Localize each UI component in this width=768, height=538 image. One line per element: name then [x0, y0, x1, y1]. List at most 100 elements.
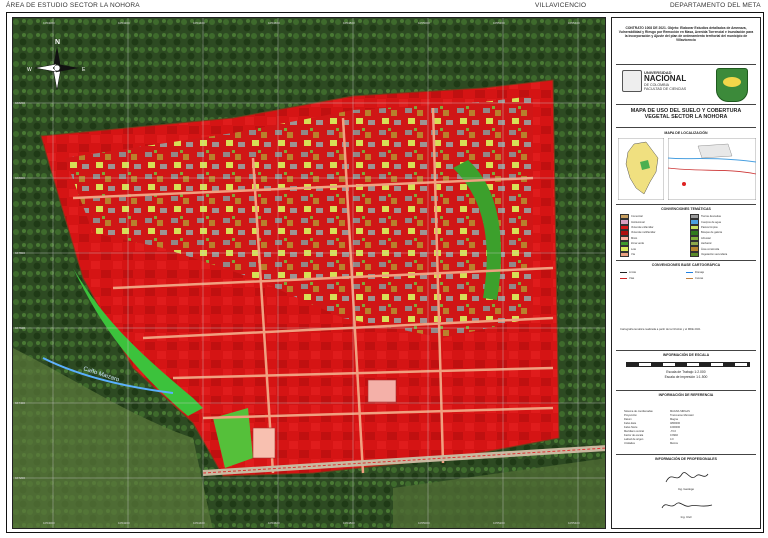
professionals-title: INFORMACIÓN DE PROFESIONALES [655, 457, 717, 461]
base-legend-item: Vías [620, 275, 686, 280]
location-title: MAPA DE LOCALIZACIÓN [664, 131, 708, 135]
map-frame[interactable]: Caño Maizaro N W E 1054000 1054000 1054200… [12, 17, 606, 529]
grid-label-bottom: 1055400 [568, 521, 580, 525]
legend-label: Comercial [631, 215, 643, 219]
panel-divider [616, 204, 756, 205]
base-legend-symbol [620, 277, 627, 279]
reference-key: Unidades [624, 442, 635, 445]
base-legend-item: Curvas [686, 275, 752, 280]
grid-label-bottom: 1054400 [193, 521, 205, 525]
base-legend-symbol [686, 277, 693, 279]
base-legend-symbol [686, 272, 693, 274]
legend-label: Bosque de galería [701, 231, 723, 235]
grid-label-bottom: 1055000 [418, 521, 430, 525]
scale-title: INFORMACIÓN DE ESCALA [662, 353, 710, 357]
signature-2 [661, 502, 713, 509]
base-legend-label: Vías [629, 276, 635, 280]
legend-label: Vía [631, 252, 635, 256]
reference-row: Unidades Metros [624, 442, 752, 446]
grid-label-top: 1055400 [568, 21, 580, 25]
west-label: W [27, 67, 32, 73]
header-left: ÁREA DE ESTUDIO SECTOR LA NOHORA [6, 2, 140, 9]
panel-divider [616, 454, 756, 455]
legend-label: Tierras desnudas [701, 215, 721, 219]
grid-label-top: 1054200 [118, 21, 130, 25]
grid-label-top: 1055000 [418, 21, 430, 25]
map-canvas[interactable]: Caño Maizaro N W E [13, 18, 606, 529]
scale-text-2: Escala de impresión 1:1.500 [664, 375, 708, 379]
legend-label: Área construida [701, 247, 720, 251]
legend-label: Lote [631, 247, 637, 251]
grid-label-left: 947600 [15, 326, 26, 330]
legend-label: Herbazal [701, 242, 712, 246]
grid-label-left: 948000 [15, 176, 26, 180]
legend-label: Cuerpos de agua [701, 220, 721, 224]
legend-label: Vivienda unifamiliar [631, 225, 654, 229]
base-legend-label: Curvas [695, 276, 704, 280]
base-legend-label: Límite [629, 271, 637, 275]
grid-label-left: 947200 [15, 476, 26, 480]
base-legend-symbol [620, 272, 627, 274]
legend-label: Institucional [631, 220, 645, 224]
legend-label: Zona verde [631, 242, 645, 246]
grid-label-bottom: 1054000 [43, 521, 55, 525]
grid-label-top: 1055200 [493, 21, 505, 25]
thematic-legend-title: CONVENCIONES TEMÁTICAS [661, 207, 711, 211]
source-note: Cartografía temática realizada a partir … [620, 328, 701, 331]
grid-label-top: 1054800 [343, 21, 355, 25]
grid-label-bottom: 1054600 [268, 521, 280, 525]
logo-line-4: FACULTAD DE CIENCIAS [644, 87, 687, 91]
legend-label: Arbustal [701, 236, 711, 240]
base-legend-title: CONVENCIONES BASE CARTOGRÁFICA [651, 263, 721, 267]
panel-divider [616, 127, 756, 128]
thematic-legend-right: Tierras desnudas Cuerpos de agua Pastos li… [690, 214, 756, 258]
logo-line-2: NACIONAL [644, 74, 687, 83]
north-label: N [55, 39, 60, 46]
legend-item: Vía [620, 251, 686, 258]
map-title: MAPA DE USO DEL SUELO Y COBERTURA VEGETA… [630, 108, 742, 121]
scale-text: Escala de Trabajo 1:2.000 [666, 370, 706, 374]
panel-divider [616, 350, 756, 351]
reference-table: Sistema de coordenadas MAGNA SIRGAS Proyec… [624, 410, 752, 446]
mixed-block[interactable] [252, 427, 276, 459]
scale-bar [626, 362, 750, 367]
reference-value: Metros [670, 442, 678, 445]
university-name-logo: UNIVERSIDAD NACIONAL DE COLOMBIA FACULTA… [644, 70, 706, 91]
panel-divider [616, 64, 756, 65]
legend-swatch [620, 251, 629, 258]
legend-label: Vegetación secundaria [701, 252, 728, 256]
reference-title: INFORMACIÓN DE REFERENCIA [658, 393, 714, 397]
grid-label-bottom: 1054800 [343, 521, 355, 525]
panel-divider [616, 260, 756, 261]
map-info-panel: CONTRATO 1008 DE 2021. Objeto: Elaborar … [611, 17, 761, 529]
municipality-shield-logo [716, 68, 748, 102]
location-map-colombia [618, 138, 664, 200]
panel-divider [616, 390, 756, 391]
legend-swatch [690, 251, 699, 258]
signature-2-label: Ing. Civil [680, 515, 692, 519]
signature-1-label: Ing. Geólogo [677, 487, 695, 491]
header-right: DEPARTAMENTO DEL META [670, 2, 761, 9]
grid-label-left: 948200 [15, 101, 26, 105]
location-map-detail [668, 138, 756, 200]
grid-label-top: 1054400 [193, 21, 205, 25]
legend-label: Mixto [631, 236, 638, 240]
grid-label-left: 947400 [15, 401, 26, 405]
base-legend: Límite Drenaje Vías Curvas [620, 270, 756, 281]
grid-label-top: 1054000 [43, 21, 55, 25]
legend-label: Pastos limpios [701, 225, 718, 229]
grid-label-bottom: 1055200 [493, 521, 505, 525]
institutional-block[interactable] [367, 379, 397, 403]
legend-item: Vegetación secundaria [690, 251, 756, 258]
contract-text: CONTRATO 1008 DE 2021. Objeto: Elaborar … [618, 26, 754, 42]
base-legend-label: Drenaje [695, 271, 705, 275]
grid-label-top: 1054600 [268, 21, 280, 25]
panel-divider [616, 104, 756, 105]
header-center: VILLAVICENCIO [535, 2, 587, 9]
thematic-legend-left: Comercial Institucional Vivienda unifamili… [620, 214, 686, 258]
university-seal-logo [622, 70, 642, 92]
grid-label-bottom: 1054200 [118, 521, 130, 525]
legend-label: Vivienda multifamiliar [631, 231, 656, 235]
signature-1 [665, 472, 709, 483]
grid-label-left: 947800 [15, 251, 26, 255]
